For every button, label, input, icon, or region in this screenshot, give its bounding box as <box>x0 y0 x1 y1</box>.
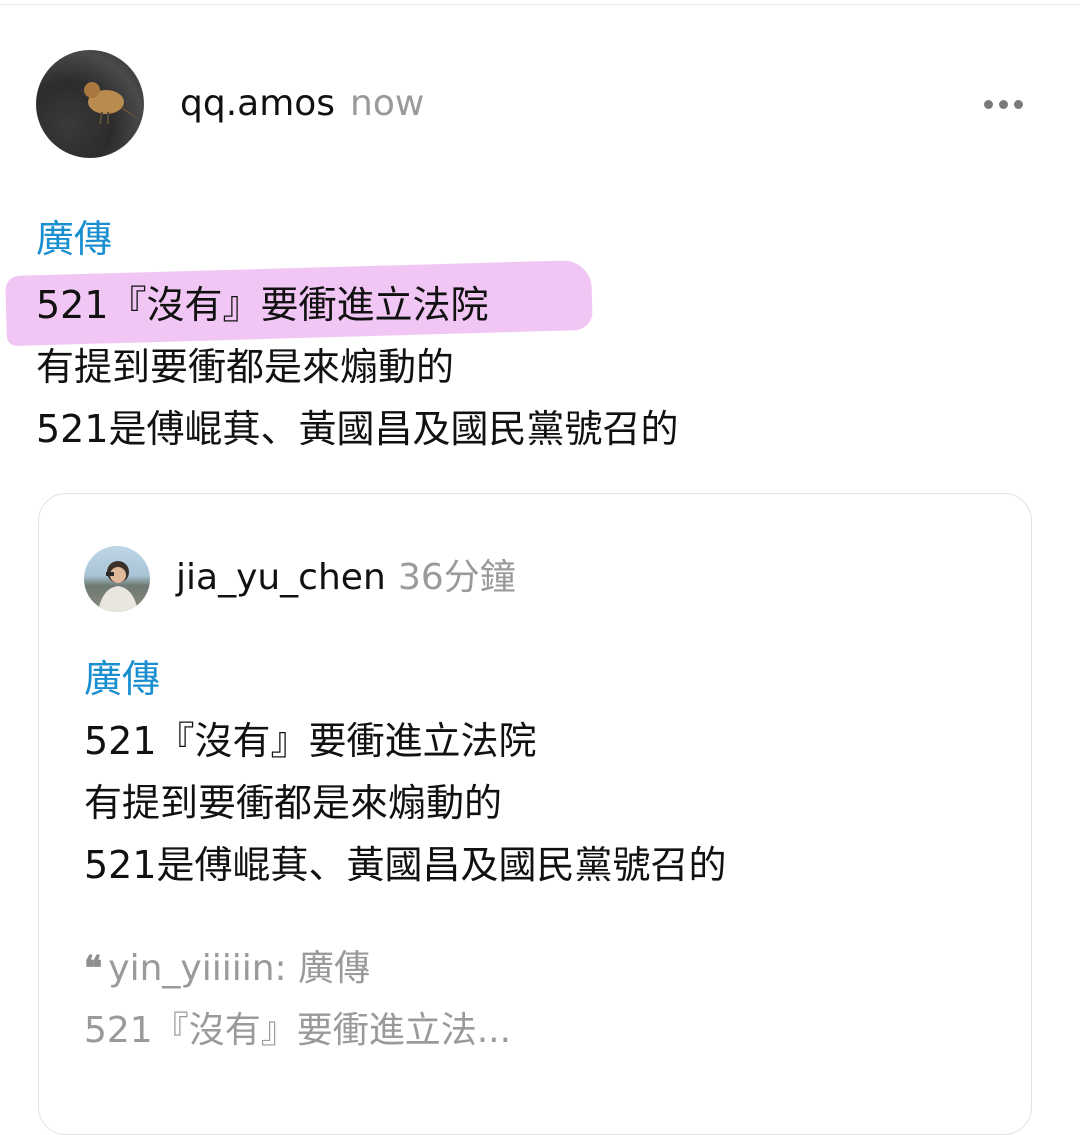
quoted-timestamp: 36分鐘 <box>398 557 516 598</box>
post-text-line-2: 有提到要衝都是來煽動的 <box>36 345 455 389</box>
nested-quote-author-text: yin_yiiiiin: 廣傳 <box>108 948 371 989</box>
top-divider <box>0 4 1080 5</box>
quoted-username[interactable]: jia_yu_chen <box>176 556 386 600</box>
avatar[interactable] <box>36 50 144 158</box>
nested-quote-line-1[interactable]: ❝ yin_yiiiiin: 廣傳 <box>84 946 370 992</box>
bird-photo-icon <box>78 82 140 125</box>
nested-quote-line-2: 521『沒有』要衝進立法... <box>84 1010 512 1051</box>
quoted-text-line-3: 521是傅崐萁、黃國昌及國民黨號召的 <box>84 843 727 887</box>
post-text-line-1: 521『沒有』要衝進立法院 <box>36 283 489 327</box>
quoted-avatar[interactable] <box>84 546 150 612</box>
quoted-text-line-2: 有提到要衝都是來煽動的 <box>84 781 503 825</box>
person-photo-icon <box>98 561 138 612</box>
quoted-text-line-1: 521『沒有』要衝進立法院 <box>84 719 537 763</box>
quoted-hashtag[interactable]: 廣傳 <box>84 654 160 704</box>
more-horizontal-icon[interactable] <box>984 94 1034 114</box>
post-text-line-3: 521是傅崐萁、黃國昌及國民黨號召的 <box>36 407 679 451</box>
quote-icon: ❝ <box>84 949 103 989</box>
post-hashtag[interactable]: 廣傳 <box>36 214 112 264</box>
post-timestamp: now <box>350 83 425 124</box>
post-username[interactable]: qq.amos <box>180 82 335 126</box>
